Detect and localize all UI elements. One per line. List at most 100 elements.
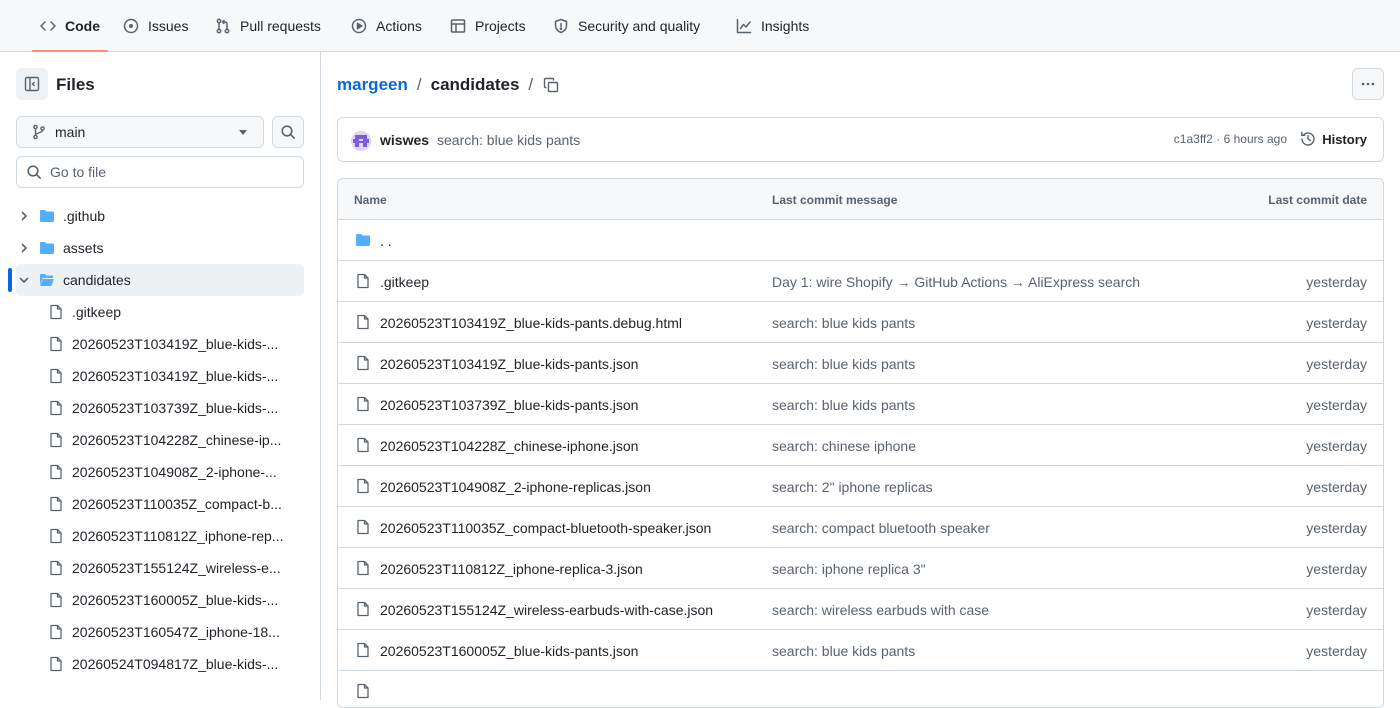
file-icon — [50, 496, 62, 512]
table-row: .gitkeep Day 1: wire Shopify → GitHub Ac… — [338, 261, 1383, 302]
tree-item-assets-folder[interactable]: assets — [16, 232, 304, 264]
branch-selector-button[interactable]: main — [16, 116, 264, 148]
parent-directory-row[interactable]: . . — [338, 220, 1383, 261]
tree-item-github-folder[interactable]: .github — [16, 200, 304, 232]
file-name-link[interactable]: 20260523T103739Z_blue-kids-pants.json — [380, 397, 638, 413]
commit-date: yesterday — [1306, 397, 1367, 413]
file-icon — [50, 624, 62, 640]
tab-code-label: Code — [65, 18, 100, 34]
column-header-message: Last commit message — [772, 193, 898, 207]
tab-issues[interactable]: Issues — [123, 0, 188, 52]
tab-projects[interactable]: Projects — [450, 0, 526, 52]
commit-author-link[interactable]: wiswes — [380, 132, 429, 148]
tree-item-label: 20260523T103419Z_blue-kids-... — [72, 368, 279, 384]
commit-message-link[interactable]: search: compact bluetooth speaker — [772, 520, 990, 536]
file-name-link[interactable]: 20260523T155124Z_wireless-earbuds-with-c… — [380, 602, 713, 618]
commit-date: yesterday — [1306, 315, 1367, 331]
file-icon — [50, 592, 62, 608]
tree-item-file[interactable]: 20260523T103419Z_blue-kids-... — [16, 360, 304, 392]
go-to-file-field[interactable] — [16, 156, 304, 188]
commit-message-link[interactable]: search: chinese iphone — [772, 438, 916, 454]
file-icon — [50, 464, 62, 480]
commit-date: yesterday — [1306, 643, 1367, 659]
more-options-button[interactable] — [1352, 68, 1384, 100]
commit-message-link[interactable]: search: iphone replica 3" — [772, 561, 926, 577]
file-icon — [50, 528, 62, 544]
file-name-link[interactable]: 20260523T110812Z_iphone-replica-3.json — [380, 561, 643, 577]
tree-item-label: 20260523T160547Z_iphone-18... — [72, 624, 280, 640]
commit-message-link[interactable]: search: blue kids pants — [772, 397, 915, 413]
table-row: 20260523T160005Z_blue-kids-pants.json se… — [338, 630, 1383, 671]
avatar[interactable] — [351, 131, 371, 151]
tree-item-file[interactable]: 20260523T103419Z_blue-kids-... — [16, 328, 304, 360]
branch-name: main — [55, 124, 86, 140]
commit-sha-and-time[interactable]: c1a3ff2 · 6 hours ago — [1174, 132, 1287, 146]
file-name-link[interactable]: 20260523T104228Z_chinese-iphone.json — [380, 438, 638, 454]
commit-date: yesterday — [1306, 479, 1367, 495]
file-name-link[interactable]: 20260523T103419Z_blue-kids-pants.debug.h… — [380, 315, 682, 331]
search-icon — [27, 165, 41, 179]
file-icon — [50, 656, 62, 672]
search-files-button[interactable] — [272, 116, 304, 148]
tree-item-label: .github — [63, 208, 106, 224]
tree-item-file[interactable]: 20260523T160005Z_blue-kids-... — [16, 584, 304, 616]
tree-item-label: .gitkeep — [72, 304, 122, 320]
tab-pull-requests-label: Pull requests — [240, 18, 321, 34]
go-to-file-input[interactable] — [50, 164, 290, 180]
file-icon — [357, 519, 369, 535]
tab-insights[interactable]: Insights — [736, 0, 809, 52]
commit-message-link[interactable]: search: blue kids pants — [437, 132, 580, 148]
files-title: Files — [56, 75, 95, 94]
commit-message-link[interactable]: search: blue kids pants — [772, 356, 915, 372]
file-icon — [357, 478, 369, 494]
tree-item-file[interactable]: 20260523T110812Z_iphone-rep... — [16, 520, 304, 552]
file-icon — [50, 432, 62, 448]
tree-item-file[interactable]: 20260523T104228Z_chinese-ip... — [16, 424, 304, 456]
copy-icon — [543, 77, 559, 93]
file-icon — [357, 683, 369, 699]
tree-item-file[interactable]: 20260523T110035Z_compact-b... — [16, 488, 304, 520]
tree-item-file[interactable]: 20260524T094817Z_blue-kids-... — [16, 648, 304, 680]
commit-message-link[interactable]: search: blue kids pants — [772, 643, 915, 659]
copy-path-button[interactable] — [538, 72, 564, 98]
commit-message-link[interactable]: search: wireless earbuds with case — [772, 602, 989, 618]
folder-open-icon — [40, 274, 54, 286]
file-name-link[interactable]: 20260523T103419Z_blue-kids-pants.json — [380, 356, 638, 372]
tree-item-label: 20260523T103739Z_blue-kids-... — [72, 400, 279, 416]
collapse-sidebar-button[interactable] — [16, 68, 48, 100]
commit-message-link[interactable]: search: 2" iphone replicas — [772, 479, 933, 495]
file-name-link[interactable]: 20260523T110035Z_compact-bluetooth-speak… — [380, 520, 711, 536]
tree-item-candidates-folder[interactable]: candidates — [8, 264, 304, 296]
parent-directory-link[interactable]: . . — [380, 233, 392, 249]
file-name-link[interactable]: .gitkeep — [380, 274, 429, 290]
table-icon — [450, 19, 466, 33]
chevron-right-icon[interactable] — [16, 240, 32, 256]
file-name-link[interactable]: 20260523T160005Z_blue-kids-pants.json — [380, 643, 638, 659]
commit-message-link[interactable]: search: blue kids pants — [772, 315, 915, 331]
table-row: 20260523T104228Z_chinese-iphone.json sea… — [338, 425, 1383, 466]
tree-item-file[interactable]: 20260523T160547Z_iphone-18... — [16, 616, 304, 648]
column-header-name: Name — [354, 193, 387, 207]
breadcrumb-repo-link[interactable]: margeen — [337, 75, 408, 95]
tab-actions[interactable]: Actions — [351, 0, 422, 52]
file-name-link[interactable]: 20260523T104908Z_2-iphone-replicas.json — [380, 479, 651, 495]
tree-item-file[interactable]: 20260523T103739Z_blue-kids-... — [16, 392, 304, 424]
chevron-right-icon[interactable] — [16, 208, 32, 224]
tree-item-label: 20260523T110035Z_compact-b... — [72, 496, 282, 512]
history-button[interactable]: History — [1300, 131, 1367, 147]
tree-item-file[interactable]: .gitkeep — [16, 296, 304, 328]
table-row: 20260523T103739Z_blue-kids-pants.json se… — [338, 384, 1383, 425]
tab-insights-label: Insights — [761, 18, 810, 34]
tab-pull-requests[interactable]: Pull requests — [215, 0, 321, 52]
table-row: 20260523T155124Z_wireless-earbuds-with-c… — [338, 589, 1383, 630]
tree-item-file[interactable]: 20260523T104908Z_2-iphone-... — [16, 456, 304, 488]
commit-message-link[interactable]: Day 1: wire Shopify → GitHub Actions → A… — [772, 274, 1140, 290]
tree-item-file[interactable]: 20260523T155124Z_wireless-e... — [16, 552, 304, 584]
chevron-down-icon[interactable] — [16, 272, 32, 288]
tab-code[interactable]: Code — [32, 0, 108, 52]
tree-item-label: 20260523T110812Z_iphone-rep... — [72, 528, 284, 544]
table-row — [338, 671, 1383, 707]
folder-icon — [356, 234, 370, 246]
commit-date: yesterday — [1306, 561, 1367, 577]
tab-security[interactable]: Security and quality — [553, 0, 700, 52]
